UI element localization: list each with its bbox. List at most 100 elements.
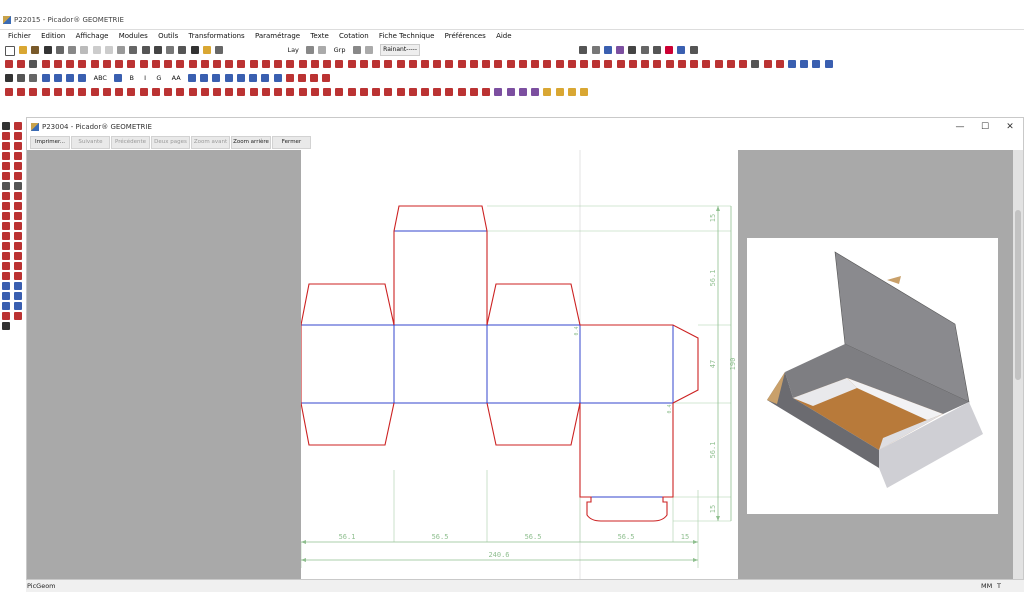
print-preview-icon[interactable]: [68, 46, 77, 54]
filter-icon[interactable]: [372, 88, 381, 96]
line-free-tool-icon[interactable]: [14, 152, 22, 160]
double-arc-icon[interactable]: [702, 60, 711, 68]
move-icon[interactable]: [286, 60, 295, 68]
break-icon[interactable]: [200, 60, 209, 68]
menu-fichier[interactable]: Fichier: [8, 30, 31, 42]
offset-icon[interactable]: [90, 60, 99, 68]
waste-icon[interactable]: [90, 88, 99, 96]
zoom-icon[interactable]: [166, 46, 175, 54]
print-button[interactable]: Imprimer...: [30, 136, 70, 149]
direction-icon[interactable]: [445, 88, 454, 96]
pdf-icon[interactable]: [665, 46, 674, 54]
move-tool-icon[interactable]: [14, 132, 22, 140]
circle2-tool-icon[interactable]: [14, 252, 22, 260]
sequence-icon[interactable]: [469, 88, 478, 96]
tab-icon[interactable]: [457, 60, 466, 68]
order-icon[interactable]: [457, 88, 466, 96]
select-all-icon[interactable]: [29, 74, 38, 82]
folder-export-icon[interactable]: [567, 88, 576, 96]
text-align-right-icon[interactable]: [224, 74, 233, 82]
tuck-icon[interactable]: [616, 60, 625, 68]
polygon-icon[interactable]: [139, 60, 148, 68]
maximize-icon[interactable]: ☐: [978, 121, 992, 133]
view-3d-icon[interactable]: [310, 74, 319, 82]
close-icon[interactable]: ✕: [1003, 121, 1017, 133]
half-cut-icon[interactable]: [531, 60, 540, 68]
chevron-tool-icon[interactable]: [690, 60, 699, 68]
angle-line-icon[interactable]: [78, 60, 87, 68]
rubber-icon[interactable]: [127, 88, 136, 96]
menu-parametrage[interactable]: Paramétrage: [255, 30, 300, 42]
dimension-line-icon[interactable]: [800, 60, 809, 68]
grid-snap-icon[interactable]: [66, 74, 75, 82]
notch-icon[interactable]: [433, 60, 442, 68]
corner-icon[interactable]: [580, 60, 589, 68]
mirror-icon[interactable]: [225, 60, 234, 68]
layers-icon[interactable]: [178, 46, 187, 54]
perpendicular-icon[interactable]: [66, 60, 75, 68]
select-icon[interactable]: [5, 74, 13, 82]
vertical-tool-icon[interactable]: [2, 182, 10, 190]
join-icon[interactable]: [212, 60, 221, 68]
info-icon[interactable]: [347, 88, 356, 96]
scissors-tool-icon[interactable]: [2, 312, 10, 320]
cross-tool-icon[interactable]: [14, 192, 22, 200]
cam-icon[interactable]: [249, 88, 258, 96]
folder-tools-icon[interactable]: [202, 46, 211, 54]
stripping-icon[interactable]: [102, 88, 111, 96]
stop-icon[interactable]: [531, 88, 540, 96]
previous-page-button[interactable]: Précédente: [111, 136, 150, 149]
text-rotate-icon[interactable]: [187, 74, 196, 82]
spline-icon[interactable]: [323, 60, 332, 68]
slot-icon[interactable]: [445, 60, 454, 68]
menu-texte[interactable]: Texte: [310, 30, 328, 42]
dimension-arrow-icon[interactable]: [812, 60, 821, 68]
simulate-icon[interactable]: [482, 88, 491, 96]
perforation-icon[interactable]: [469, 60, 478, 68]
bezier-icon[interactable]: [726, 60, 735, 68]
perimeter-icon[interactable]: [323, 88, 332, 96]
scale-tool-icon[interactable]: [14, 292, 22, 300]
fillet-tool-icon[interactable]: [14, 312, 22, 320]
mirror-tool-icon[interactable]: [14, 282, 22, 290]
ellipse2-tool-icon[interactable]: [14, 262, 22, 270]
dim-tool-icon[interactable]: [14, 302, 22, 310]
ortho-icon[interactable]: [53, 74, 62, 82]
menu-outils[interactable]: Outils: [158, 30, 178, 42]
menu-preferences[interactable]: Préférences: [445, 30, 486, 42]
node-edit-icon[interactable]: [372, 60, 381, 68]
nesting-icon[interactable]: [5, 88, 13, 96]
undo-icon[interactable]: [92, 46, 101, 54]
erase-icon[interactable]: [2, 132, 10, 140]
snap-icon[interactable]: [41, 74, 50, 82]
menu-transformations[interactable]: Transformations: [189, 30, 245, 42]
ellipse-tool-icon[interactable]: [2, 262, 10, 270]
shape-library-icon[interactable]: [714, 60, 723, 68]
report-icon[interactable]: [188, 88, 197, 96]
check-icon[interactable]: [176, 88, 185, 96]
arrows-tool-icon[interactable]: [2, 232, 10, 240]
polar-icon[interactable]: [78, 74, 87, 82]
gusset-icon[interactable]: [592, 60, 601, 68]
origin-icon[interactable]: [274, 88, 283, 96]
stamp-icon[interactable]: [763, 60, 772, 68]
measure-line-icon[interactable]: [788, 60, 796, 68]
purple-tool-2-icon[interactable]: [506, 88, 515, 96]
copy-geom-icon[interactable]: [298, 60, 307, 68]
layer-settings-icon[interactable]: [306, 46, 315, 54]
zoom-in-button[interactable]: Zoom avant: [191, 136, 230, 149]
counter-icon[interactable]: [151, 88, 160, 96]
group-dropdown[interactable]: Grp: [334, 43, 346, 57]
polyline-tool-icon[interactable]: [14, 142, 22, 150]
stretch-icon[interactable]: [261, 60, 270, 68]
text-align-center-icon[interactable]: [212, 74, 221, 82]
line-angle-tool-icon[interactable]: [2, 152, 10, 160]
view-back-icon[interactable]: [298, 74, 307, 82]
layer-dropdown[interactable]: Lay: [287, 43, 298, 57]
play-icon[interactable]: [518, 88, 527, 96]
text-size-button[interactable]: AA: [172, 71, 181, 85]
target-tool-icon[interactable]: [14, 232, 22, 240]
spline2-tool-icon[interactable]: [14, 272, 22, 280]
radius-icon[interactable]: [665, 60, 674, 68]
length-icon[interactable]: [335, 88, 344, 96]
